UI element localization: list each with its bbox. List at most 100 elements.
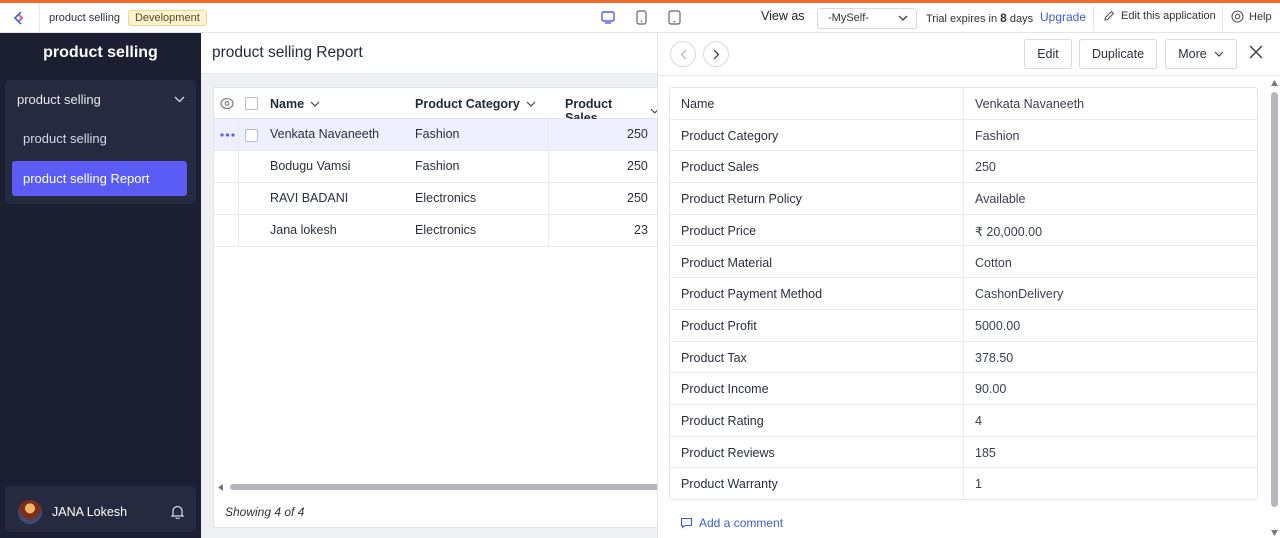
field-label: Product Material	[681, 255, 773, 270]
cell-category: Electronics	[415, 191, 477, 205]
field-value[interactable]: 4	[975, 414, 982, 428]
column-divider	[548, 119, 549, 246]
trial-prefix: Trial expires in	[926, 13, 1001, 25]
table-row[interactable]: RAVI BADANI Electronics 250	[214, 183, 659, 215]
duplicate-button-label: Duplicate	[1091, 47, 1145, 61]
more-button[interactable]: More	[1165, 39, 1237, 69]
avatar[interactable]	[18, 500, 42, 524]
row-checkbox[interactable]	[245, 129, 258, 142]
add-comment-label: Add a comment	[699, 516, 784, 530]
eye-icon[interactable]	[220, 97, 234, 110]
table-row[interactable]: Bodugu Vamsi Fashion 250	[214, 151, 659, 183]
scroll-left-icon[interactable]	[218, 484, 224, 491]
tablet-icon[interactable]	[633, 8, 649, 26]
field-value[interactable]: Cotton	[975, 256, 1012, 270]
scrollbar-thumb[interactable]	[1271, 92, 1278, 507]
column-header-label: Name	[270, 97, 305, 111]
trial-suffix: days	[1006, 13, 1034, 25]
chevron-down-icon	[898, 15, 908, 21]
mobile-icon[interactable]	[666, 8, 682, 26]
chevron-down-icon[interactable]	[174, 96, 185, 103]
field-label: Product Reviews	[681, 445, 775, 460]
more-button-label: More	[1178, 47, 1207, 61]
desktop-icon[interactable]	[600, 8, 616, 26]
scroll-up-icon[interactable]	[1271, 80, 1278, 86]
field-label: Product Return Policy	[681, 192, 802, 207]
field-value[interactable]: Fashion	[975, 129, 1019, 143]
sidebar-item-product-selling-report[interactable]: product selling Report	[12, 161, 187, 196]
sidebar: product selling product selling product …	[0, 33, 201, 538]
cell-sales: 23	[634, 223, 648, 237]
select-all-checkbox[interactable]	[245, 97, 258, 110]
horizontal-scrollbar[interactable]	[218, 484, 659, 491]
device-preview-switcher	[600, 8, 682, 26]
field-row: Name Venkata Navaneeth	[670, 88, 1257, 120]
app-logo-icon[interactable]	[0, 2, 40, 33]
app-name[interactable]: product selling	[49, 12, 120, 24]
cell-category: Electronics	[415, 223, 477, 237]
table-row[interactable]: Venkata Navaneeth Fashion 250	[214, 119, 659, 151]
record-count: Showing 4 of 4	[225, 505, 305, 519]
cell-category: Fashion	[415, 159, 460, 173]
view-as-select[interactable]: -MySelf-	[817, 8, 917, 29]
upgrade-link[interactable]: Upgrade	[1040, 10, 1086, 24]
edit-button[interactable]: Edit	[1024, 39, 1072, 69]
vertical-scrollbar[interactable]	[1271, 80, 1278, 538]
column-header-product-category[interactable]: Product Category	[415, 97, 536, 111]
field-row: Product Rating 4	[670, 405, 1257, 437]
field-label: Product Price	[681, 223, 757, 238]
field-label: Product Payment Method	[681, 287, 823, 302]
top-bar: product selling Development View as -MyS…	[0, 0, 1280, 33]
field-value[interactable]: Available	[975, 192, 1026, 206]
field-value[interactable]: CashonDelivery	[975, 287, 1063, 301]
cell-name: RAVI BADANI	[270, 191, 349, 205]
field-row: Product Income 90.00	[670, 373, 1257, 405]
view-as-label: View as	[761, 9, 805, 23]
field-row: Product Price ₹ 20,000.00	[670, 215, 1257, 247]
previous-record-button[interactable]	[670, 41, 696, 67]
field-label: Name	[681, 97, 715, 111]
edit-application-link[interactable]: Edit this application	[1103, 10, 1216, 22]
report-table: Name Product Category Product Sales Venk…	[213, 87, 659, 528]
field-value[interactable]: 90.00	[975, 382, 1006, 396]
divider	[658, 75, 1280, 76]
field-row: Product Sales 250	[670, 151, 1257, 184]
cell-name: Jana lokesh	[270, 223, 337, 237]
help-label: Help	[1249, 10, 1272, 23]
column-header-name[interactable]: Name	[270, 97, 320, 111]
field-label: Product Profit	[681, 318, 757, 333]
record-fields: Name Venkata Navaneeth Product Category Fa…	[669, 87, 1258, 500]
field-value[interactable]: ₹ 20,000.00	[975, 224, 1042, 239]
more-options-icon[interactable]	[220, 133, 235, 137]
user-name[interactable]: JANA Lokesh	[52, 505, 127, 519]
sidebar-item-product-selling[interactable]: product selling	[23, 131, 107, 146]
chevron-right-icon	[713, 49, 719, 59]
field-value[interactable]: 378.50	[975, 351, 1013, 365]
sidebar-section-header[interactable]: product selling	[17, 92, 101, 107]
close-icon[interactable]	[1249, 45, 1263, 59]
cell-name: Venkata Navaneeth	[270, 127, 380, 141]
field-row: Product Warranty 1	[670, 468, 1257, 500]
scrollbar-thumb[interactable]	[230, 484, 659, 490]
bell-icon[interactable]	[171, 505, 184, 519]
field-value[interactable]: 250	[975, 160, 996, 174]
help-icon	[1231, 10, 1244, 23]
view-as-value: -MySelf-	[828, 12, 869, 24]
field-label: Product Sales	[681, 160, 759, 175]
field-label: Product Income	[681, 382, 769, 397]
column-header-label: Product Category	[415, 97, 520, 111]
scroll-down-icon[interactable]	[1271, 530, 1278, 536]
field-value[interactable]: Venkata Navaneeth	[975, 97, 1084, 111]
sidebar-section: product selling product selling product …	[5, 80, 196, 204]
field-value[interactable]: 5000.00	[975, 319, 1020, 333]
field-value[interactable]: 185	[975, 446, 996, 460]
field-label: Product Tax	[681, 350, 747, 365]
cell-sales: 250	[627, 191, 648, 205]
next-record-button[interactable]	[703, 41, 729, 67]
table-row[interactable]: Jana lokesh Electronics 23	[214, 215, 659, 247]
duplicate-button[interactable]: Duplicate	[1079, 39, 1157, 69]
field-value[interactable]: 1	[975, 477, 982, 491]
add-comment-link[interactable]: Add a comment	[680, 516, 783, 530]
chevron-left-icon	[680, 49, 686, 59]
help-link[interactable]: Help	[1231, 10, 1272, 23]
